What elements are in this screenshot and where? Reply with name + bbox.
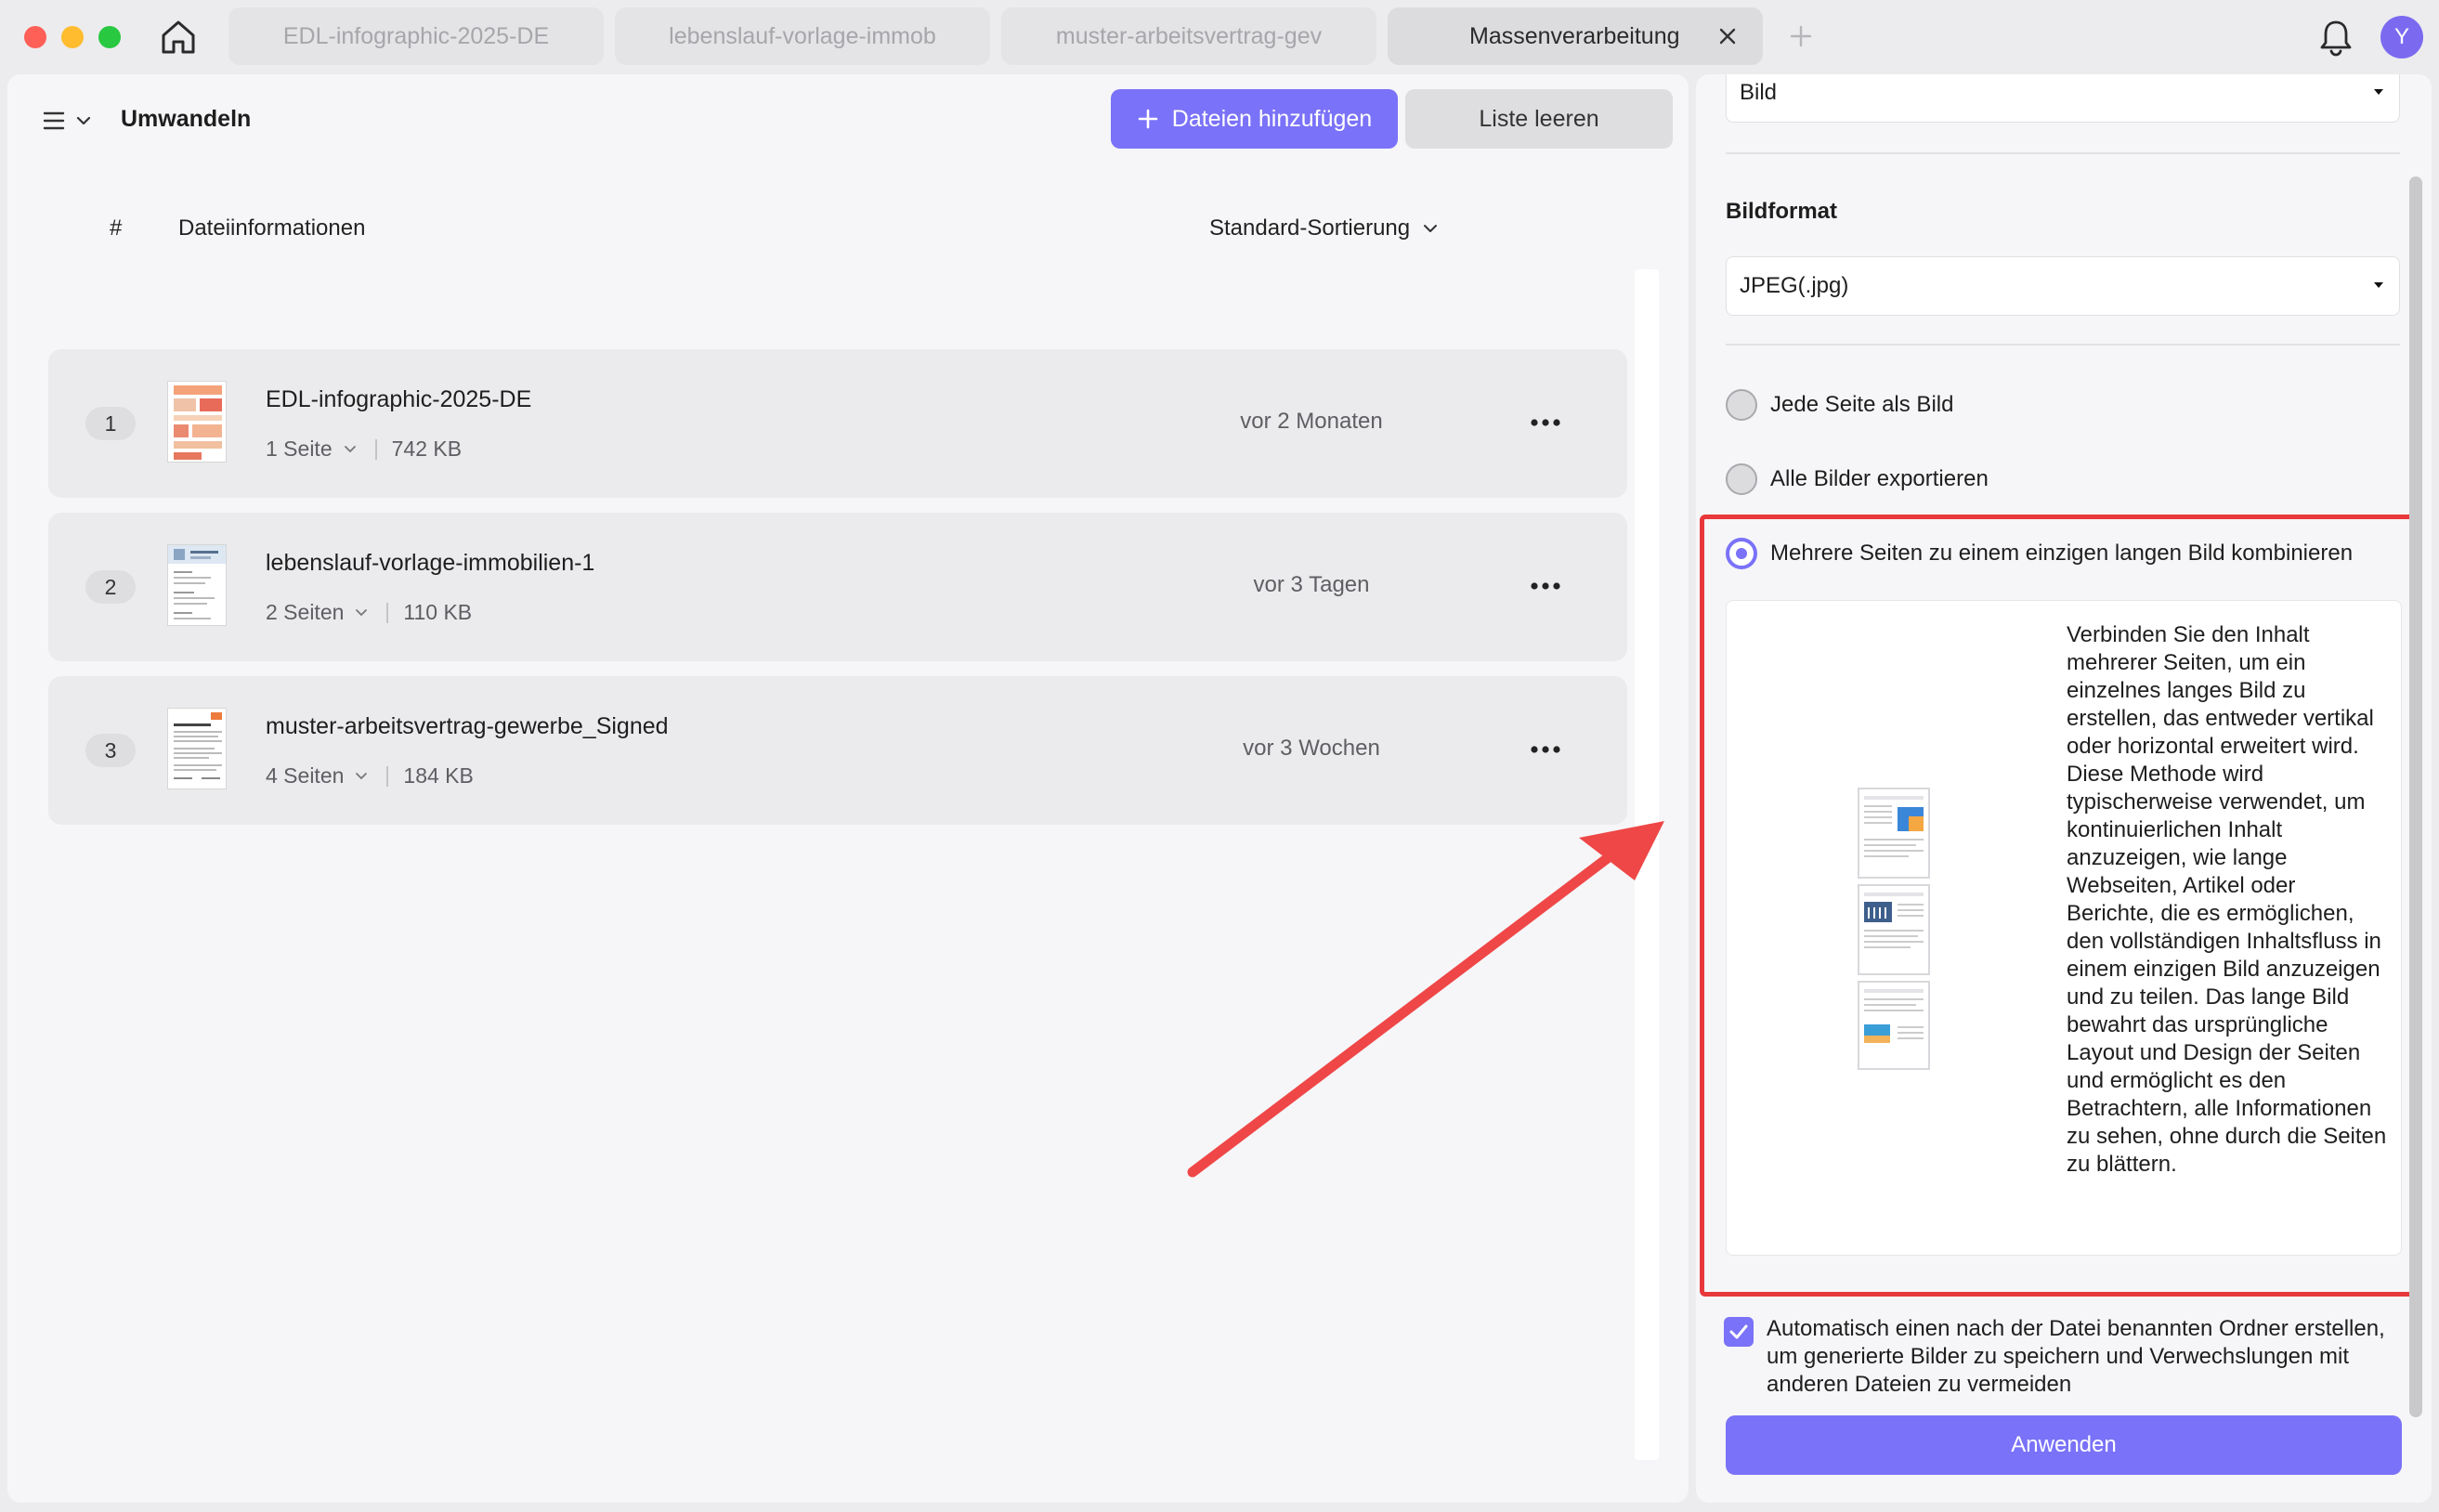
file-meta: 2 Seiten 110 KB <box>266 600 472 625</box>
tab-massenverarbeitung[interactable]: Massenverarbeitung <box>1388 7 1763 65</box>
tab-arbeitsvertrag[interactable]: muster-arbeitsvertrag-gev <box>1001 7 1376 65</box>
option-description-box: Verbinden Sie den Inhalt mehrerer Seiten… <box>1726 600 2402 1256</box>
checkmark-icon <box>1729 1324 1748 1339</box>
option-each-page-as-image[interactable]: Jede Seite als Bild <box>1726 386 1953 424</box>
sort-label: Standard-Sortierung <box>1209 215 1411 241</box>
image-format-label: Bildformat <box>1726 199 1837 224</box>
chevron-down-icon <box>76 116 91 125</box>
auto-folder-option[interactable]: Automatisch einen nach der Datei benannt… <box>1724 1315 2411 1399</box>
file-list-panel: Umwandeln Dateien hinzufügen Liste leere… <box>7 74 1689 1503</box>
divider <box>386 602 389 623</box>
more-icon[interactable] <box>1525 736 1566 763</box>
table-row[interactable]: 1 EDL-infographic-2025-DE 1 Seite 742 KB… <box>48 349 1627 498</box>
minimize-window-button[interactable] <box>61 26 84 48</box>
divider <box>1726 152 2400 154</box>
output-type-select[interactable]: Bild <box>1726 74 2400 123</box>
tab-label: Massenverarbeitung <box>1469 22 1680 49</box>
page-title: Umwandeln <box>121 106 252 132</box>
tab-edl-infographic[interactable]: EDL-infographic-2025-DE <box>228 7 604 65</box>
table-row[interactable]: 2 lebenslauf-vorlage-immobilien-1 2 Seit… <box>48 513 1627 661</box>
home-icon[interactable] <box>158 17 199 58</box>
menu-button[interactable] <box>43 102 106 139</box>
sort-dropdown[interactable]: Standard-Sortierung <box>1209 215 1438 241</box>
chevron-down-icon <box>1424 225 1438 232</box>
zoom-window-button[interactable] <box>98 26 121 48</box>
option-export-all-images[interactable]: Alle Bilder exportieren <box>1726 461 1989 498</box>
radio-button[interactable] <box>1726 389 1757 421</box>
option-label: Jede Seite als Bild <box>1770 392 1954 417</box>
image-format-value: JPEG(.jpg) <box>1740 273 1849 298</box>
file-date: vor 3 Tagen <box>1253 572 1370 597</box>
more-icon[interactable] <box>1525 409 1566 437</box>
row-number: 2 <box>85 570 136 604</box>
option-label: Alle Bilder exportieren <box>1770 466 1989 491</box>
file-date: vor 3 Wochen <box>1243 736 1380 761</box>
file-date: vor 2 Monaten <box>1240 409 1383 434</box>
option-description: Verbinden Sie den Inhalt mehrerer Seiten… <box>2067 622 2387 1177</box>
add-files-label: Dateien hinzufügen <box>1171 105 1373 132</box>
file-size: 184 KB <box>403 763 474 788</box>
tab-label: EDL-infographic-2025-DE <box>282 22 550 49</box>
apply-label: Anwenden <box>2011 1432 2117 1457</box>
auto-folder-label: Automatisch einen nach der Datei benannt… <box>1767 1316 2385 1397</box>
add-files-button[interactable]: Dateien hinzufügen <box>1111 89 1398 149</box>
column-header-number: # <box>110 215 123 241</box>
scrollbar[interactable] <box>1635 269 1659 1460</box>
scrollbar[interactable] <box>2409 176 2422 1417</box>
tab-label: muster-arbeitsvertrag-gev <box>1055 22 1323 49</box>
table-row[interactable]: 3 muster-arbeitsvertrag-gewerbe_Signed 4… <box>48 676 1627 825</box>
file-name: lebenslauf-vorlage-immobilien-1 <box>266 550 595 576</box>
checkbox-checked[interactable] <box>1724 1317 1754 1347</box>
plus-icon[interactable] <box>1783 19 1819 54</box>
file-name: EDL-infographic-2025-DE <box>266 386 532 412</box>
file-thumbnail <box>167 708 227 789</box>
hamburger-icon <box>43 111 65 130</box>
close-window-button[interactable] <box>24 26 46 48</box>
conversion-settings-panel: Bild Bildformat JPEG(.jpg) Jede Seite al… <box>1696 74 2432 1503</box>
caret-down-icon <box>2374 282 2383 288</box>
more-icon[interactable] <box>1525 572 1566 600</box>
title-bar: EDL-infographic-2025-DE lebenslauf-vorla… <box>0 0 2439 74</box>
radio-button-selected[interactable] <box>1726 538 1757 569</box>
tab-label: lebenslauf-vorlage-immob <box>669 22 936 49</box>
radio-button[interactable] <box>1726 463 1757 495</box>
file-size: 742 KB <box>391 437 463 461</box>
chevron-down-icon <box>356 608 368 616</box>
clear-list-label: Liste leeren <box>1479 105 1599 132</box>
tab-lebenslauf[interactable]: lebenslauf-vorlage-immob <box>615 7 990 65</box>
divider <box>1726 344 2400 345</box>
page-count-dropdown[interactable]: 4 Seiten <box>266 763 344 789</box>
image-format-select[interactable]: JPEG(.jpg) <box>1726 256 2400 316</box>
file-thumbnail <box>167 381 227 463</box>
avatar[interactable]: Y <box>2380 16 2423 59</box>
option-label: Mehrere Seiten zu einem einzigen langen … <box>1770 541 2354 566</box>
divider <box>386 765 389 787</box>
file-meta: 1 Seite 742 KB <box>266 437 462 462</box>
clear-list-button[interactable]: Liste leeren <box>1405 89 1673 149</box>
output-type-value: Bild <box>1740 80 1778 105</box>
column-header-info: Dateiinformationen <box>178 215 366 241</box>
file-name: muster-arbeitsvertrag-gewerbe_Signed <box>266 713 669 739</box>
file-size: 110 KB <box>403 600 473 624</box>
option-combine-long-image[interactable]: Mehrere Seiten zu einem einzigen langen … <box>1726 535 2353 572</box>
row-number: 3 <box>85 734 136 767</box>
chevron-down-icon <box>356 772 368 779</box>
page-count-dropdown[interactable]: 2 Seiten <box>266 600 344 625</box>
apply-button[interactable]: Anwenden <box>1726 1415 2402 1475</box>
plus-icon <box>1138 109 1158 129</box>
caret-down-icon <box>2374 89 2383 95</box>
file-meta: 4 Seiten 184 KB <box>266 763 474 789</box>
close-icon[interactable] <box>1715 23 1741 49</box>
row-number: 1 <box>85 407 136 440</box>
avatar-letter: Y <box>2393 24 2409 49</box>
bell-icon[interactable] <box>2316 17 2355 58</box>
chevron-down-icon <box>344 445 356 452</box>
page-count-dropdown[interactable]: 1 Seite <box>266 437 333 462</box>
file-thumbnail <box>167 544 227 626</box>
divider <box>374 438 377 460</box>
long-image-illustration <box>1858 788 1930 1070</box>
